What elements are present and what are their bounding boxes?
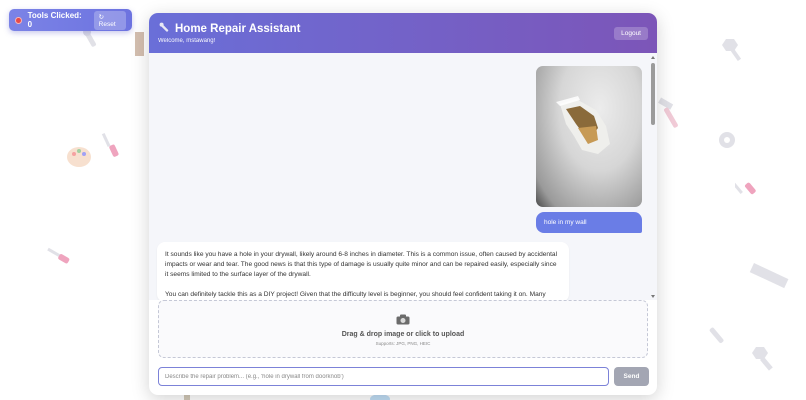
ruler-decoration-icon — [133, 31, 147, 57]
upload-hint: Supports: JPG, PNG, HEIC — [375, 341, 431, 346]
target-icon — [15, 16, 22, 24]
screwdriver-decoration-icon — [735, 174, 759, 198]
uploaded-wall-photo — [536, 66, 642, 207]
chat-scrollbar[interactable] — [649, 53, 657, 300]
bolt-decoration-icon — [720, 37, 744, 63]
tools-clicked-label: Tools Clicked: 0 — [27, 11, 82, 29]
screwdriver-decoration-icon — [100, 132, 120, 162]
reset-button[interactable]: ↻ Reset — [93, 10, 126, 30]
chat-messages[interactable]: hole in my wall It sounds like you have … — [149, 53, 657, 300]
screwdriver-decoration-icon — [46, 245, 72, 267]
scrollbar-thumb[interactable] — [651, 63, 655, 125]
wrench-icon — [159, 22, 170, 36]
image-upload-dropzone[interactable]: Drag & drop image or click to upload Sup… — [158, 300, 648, 358]
bolt-decoration-icon — [748, 345, 778, 373]
ruler-decoration-icon — [748, 263, 792, 289]
app-title-text: Home Repair Assistant — [175, 23, 301, 35]
user-message-bubble: hole in my wall — [536, 212, 642, 233]
gear-decoration-icon — [716, 129, 738, 151]
app-title: Home Repair Assistant — [159, 22, 300, 36]
assistant-message-bubble: It sounds like you have a hole in your d… — [157, 242, 569, 300]
camera-icon — [159, 314, 647, 328]
send-button[interactable]: Send — [614, 367, 649, 386]
assistant-message-paragraph: You can definitely tackle this as a DIY … — [165, 291, 546, 298]
repair-description-input[interactable] — [158, 367, 609, 386]
tools-clicked-counter: Tools Clicked: 0 ↻ Reset — [9, 9, 132, 31]
chat-panel: Home Repair Assistant Welcome, mstawang!… — [149, 13, 657, 395]
scroll-down-arrow-icon[interactable] — [651, 295, 655, 298]
assistant-message-paragraph: It sounds like you have a hole in your d… — [165, 251, 558, 278]
scroll-up-arrow-icon[interactable] — [651, 56, 655, 59]
palette-decoration-icon — [66, 146, 92, 168]
wrench-decoration-icon — [706, 322, 728, 348]
logout-button[interactable]: Logout — [614, 27, 648, 40]
welcome-text: Welcome, mstawang! — [158, 38, 216, 44]
upload-label: Drag & drop image or click to upload — [341, 331, 465, 338]
app-header: Home Repair Assistant Welcome, mstawang!… — [149, 13, 657, 53]
hammer-decoration-icon — [656, 97, 686, 131]
